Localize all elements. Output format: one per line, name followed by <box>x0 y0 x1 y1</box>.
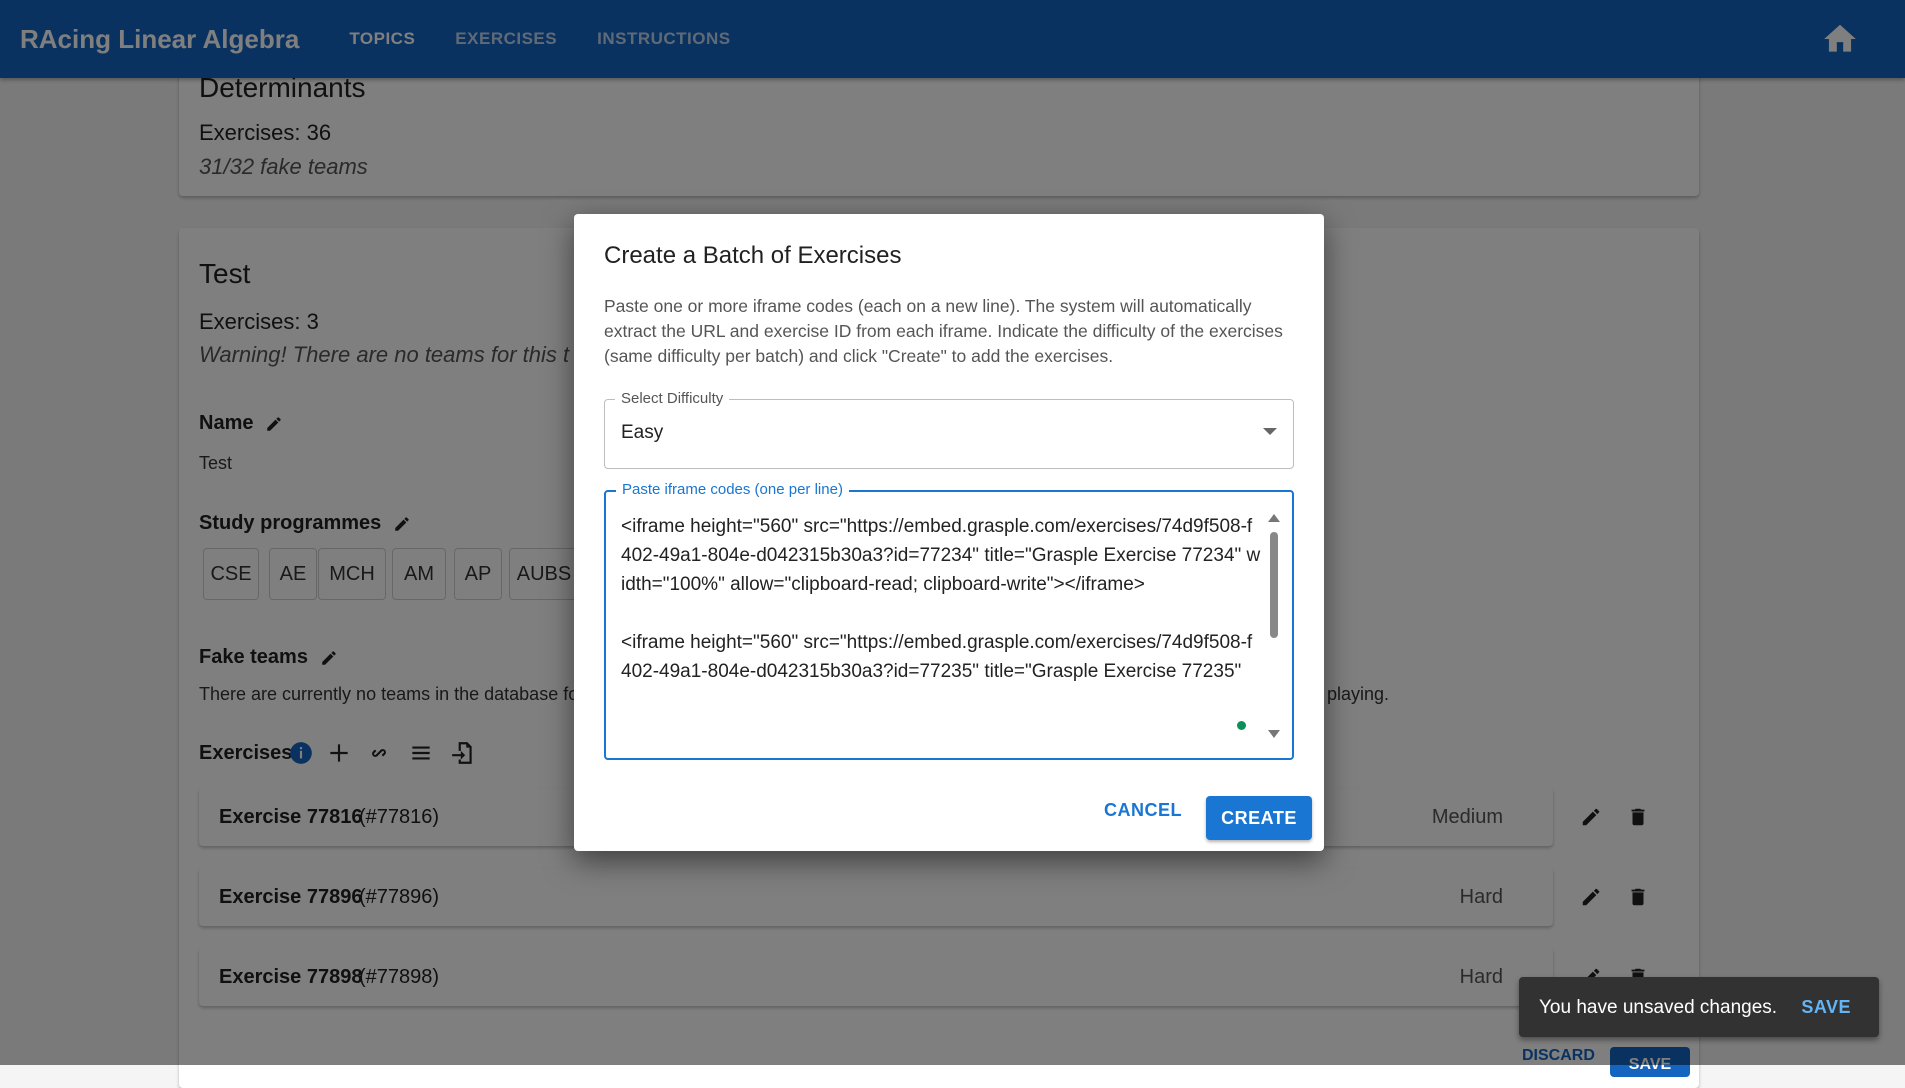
snackbar-save-button[interactable]: SAVE <box>1801 997 1851 1018</box>
dropdown-arrow-icon <box>1263 428 1277 435</box>
dialog-title: Create a Batch of Exercises <box>604 242 902 269</box>
scrollbar-thumb[interactable] <box>1270 532 1278 638</box>
unsaved-changes-snackbar: You have unsaved changes. SAVE <box>1519 977 1879 1037</box>
iframe-codes-content[interactable]: <iframe height="560" src="https://embed.… <box>621 512 1261 742</box>
create-button[interactable]: CREATE <box>1206 796 1312 840</box>
status-dot-icon <box>1237 721 1246 730</box>
iframe-codes-label: Paste iframe codes (one per line) <box>616 481 849 498</box>
difficulty-select-value: Easy <box>621 422 664 443</box>
iframe-codes-textarea[interactable]: Paste iframe codes (one per line) <ifram… <box>604 481 1294 760</box>
difficulty-select-label: Select Difficulty <box>615 390 730 407</box>
create-batch-dialog: Create a Batch of Exercises Paste one or… <box>574 214 1324 851</box>
scroll-down-arrow-icon[interactable] <box>1268 730 1280 738</box>
textarea-scrollbar[interactable] <box>1268 514 1280 738</box>
snackbar-message: You have unsaved changes. <box>1539 997 1778 1018</box>
cancel-button[interactable]: CANCEL <box>1104 800 1182 821</box>
scroll-up-arrow-icon[interactable] <box>1268 514 1280 522</box>
dialog-description: Paste one or more iframe codes (each on … <box>604 296 1283 366</box>
difficulty-select[interactable]: Select Difficulty Easy <box>604 390 1294 469</box>
